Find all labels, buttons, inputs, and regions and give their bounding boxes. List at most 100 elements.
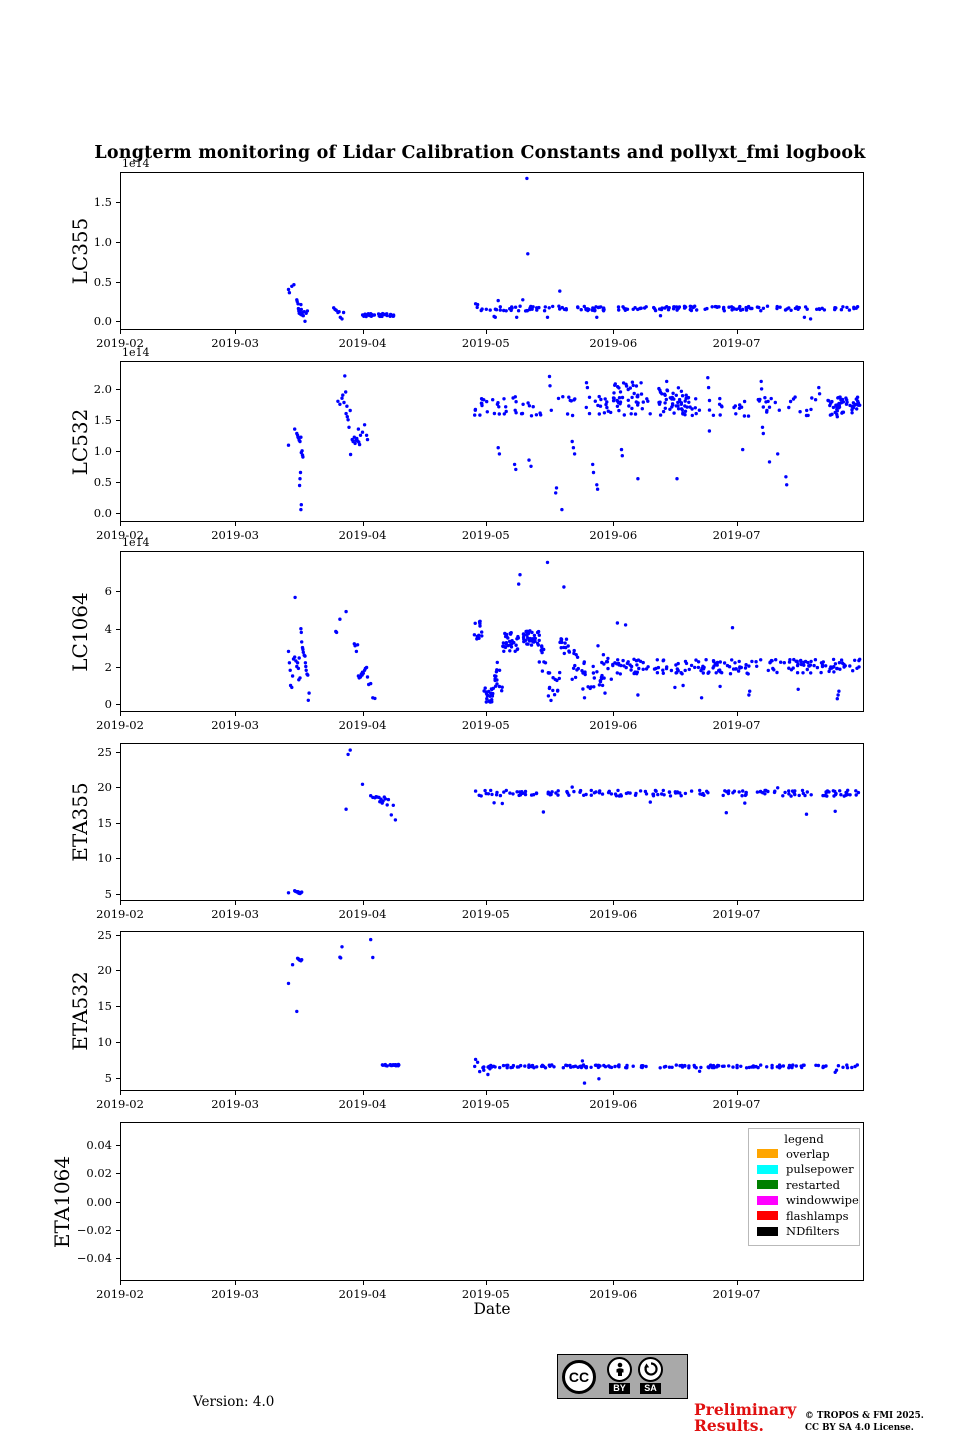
- y-tick-mark: [116, 628, 120, 630]
- subplot-LC1064-canvas: [120, 551, 864, 712]
- x-tick-label: 2019-06: [589, 528, 638, 542]
- legend-box: legend overlap pulsepower restarted wind…: [748, 1128, 860, 1246]
- y-tick-mark: [116, 450, 120, 452]
- y-tick-label: 1.5: [93, 195, 112, 210]
- y-tick-mark: [116, 893, 120, 895]
- y-tick-label: 20: [97, 963, 112, 978]
- legend-label: NDfilters: [786, 1224, 840, 1239]
- x-tick-mark: [235, 1281, 237, 1285]
- y-tick-mark: [116, 1006, 120, 1008]
- windowwipe-swatch: [757, 1195, 778, 1205]
- scatter-points-ETA532: [286, 937, 859, 1085]
- subplot-LC355-canvas: [120, 172, 864, 330]
- y-axis-offset-LC355: 1e14: [122, 157, 150, 170]
- y-tick-label: 5: [104, 1071, 112, 1086]
- subplot-ETA532-canvas: [120, 931, 864, 1091]
- y-tick-label: 15: [97, 999, 112, 1014]
- subplot-ETA355-canvas: [120, 743, 864, 901]
- x-tick-mark: [736, 1091, 738, 1095]
- y-tick-label: 20: [97, 780, 112, 795]
- x-tick-label: 2019-06: [589, 336, 638, 350]
- x-tick-mark: [485, 1091, 487, 1095]
- y-axis-offset-LC1064: 1e14: [122, 536, 150, 549]
- y-tick-label: 0.04: [86, 1137, 112, 1152]
- x-tick-label: 2019-07: [712, 1097, 761, 1111]
- copyright-text: © TROPOS & FMI 2025. CC BY SA 4.0 Licens…: [805, 1411, 924, 1433]
- y-tick-mark: [116, 481, 120, 483]
- cc-icon: CC: [562, 1359, 596, 1394]
- cc-sa-column: SA: [638, 1356, 663, 1397]
- y-tick-mark: [116, 281, 120, 283]
- x-tick-mark: [235, 901, 237, 905]
- x-tick-label: 2019-06: [589, 718, 638, 732]
- x-tick-mark: [485, 1281, 487, 1285]
- y-tick-mark: [116, 1229, 120, 1231]
- y-tick-mark: [116, 1144, 120, 1146]
- y-tick-label: 0.5: [93, 274, 112, 289]
- x-tick-label: 2019-03: [211, 1287, 259, 1301]
- figure-root: Longterm monitoring of Lidar Calibration…: [0, 0, 960, 1440]
- x-tick-mark: [736, 901, 738, 905]
- axes-frame: [120, 361, 864, 522]
- cc-by-column: BY: [607, 1356, 632, 1397]
- x-tick-label: 2019-07: [712, 718, 761, 732]
- x-tick-label: 2019-03: [211, 1097, 259, 1111]
- y-tick-label: 0.0: [93, 505, 112, 520]
- x-tick-label: 2019-07: [712, 336, 761, 350]
- x-tick-mark: [362, 1091, 364, 1095]
- x-tick-label: 2019-05: [461, 907, 510, 921]
- x-tick-label: 2019-07: [712, 1287, 761, 1301]
- cc-sa-label: SA: [640, 1382, 661, 1394]
- x-tick-label: 2019-05: [461, 718, 510, 732]
- x-tick-mark: [235, 330, 237, 334]
- x-tick-mark: [736, 522, 738, 526]
- x-tick-mark: [485, 330, 487, 334]
- x-tick-mark: [613, 712, 615, 716]
- x-tick-mark: [485, 522, 487, 526]
- ndfilters-swatch: [757, 1226, 778, 1236]
- y-tick-mark: [116, 321, 120, 323]
- y-tick-mark: [116, 1258, 120, 1260]
- y-tick-mark: [116, 388, 120, 390]
- x-tick-label: 2019-03: [211, 528, 259, 542]
- y-tick-mark: [116, 1173, 120, 1175]
- legend-title: legend: [784, 1132, 824, 1146]
- cc-by-label: BY: [609, 1382, 630, 1394]
- x-tick-label: 2019-05: [461, 336, 510, 350]
- x-tick-label: 2019-06: [589, 1097, 638, 1111]
- legend-entry-restarted: restarted: [749, 1177, 859, 1193]
- x-tick-mark: [120, 901, 121, 905]
- y-tick-label: 2: [104, 659, 112, 674]
- y-tick-label: 10: [97, 1035, 112, 1050]
- y-tick-mark: [116, 822, 120, 824]
- x-tick-label: 2019-03: [211, 718, 259, 732]
- x-tick-label: 2019-03: [211, 336, 259, 350]
- x-tick-mark: [120, 1091, 121, 1095]
- x-axis-label: Date: [473, 1300, 511, 1318]
- x-tick-mark: [120, 1281, 121, 1285]
- x-tick-mark: [362, 522, 364, 526]
- x-tick-mark: [613, 901, 615, 905]
- x-tick-label: 2019-03: [211, 907, 259, 921]
- x-tick-mark: [485, 712, 487, 716]
- axes-frame: [120, 743, 864, 901]
- cc-by-person-icon: [607, 1356, 632, 1382]
- x-tick-label: 2019-04: [338, 1097, 387, 1111]
- x-tick-mark: [613, 1281, 615, 1285]
- legend-label: flashlamps: [786, 1208, 849, 1223]
- y-tick-mark: [116, 202, 120, 204]
- x-tick-label: 2019-02: [96, 1097, 144, 1111]
- x-tick-label: 2019-04: [338, 718, 387, 732]
- x-tick-mark: [120, 330, 121, 334]
- overlap-swatch: [757, 1149, 778, 1159]
- y-tick-label: 4: [104, 621, 112, 636]
- y-tick-label: 10: [97, 851, 112, 866]
- x-tick-mark: [736, 330, 738, 334]
- x-tick-label: 2019-02: [96, 718, 144, 732]
- y-tick-label: 2.0: [93, 381, 112, 396]
- y-tick-mark: [116, 787, 120, 789]
- y-tick-mark: [116, 934, 120, 936]
- cc-license-badge: CC BY SA: [557, 1354, 688, 1399]
- y-tick-mark: [116, 1042, 120, 1044]
- y-tick-mark: [116, 241, 120, 243]
